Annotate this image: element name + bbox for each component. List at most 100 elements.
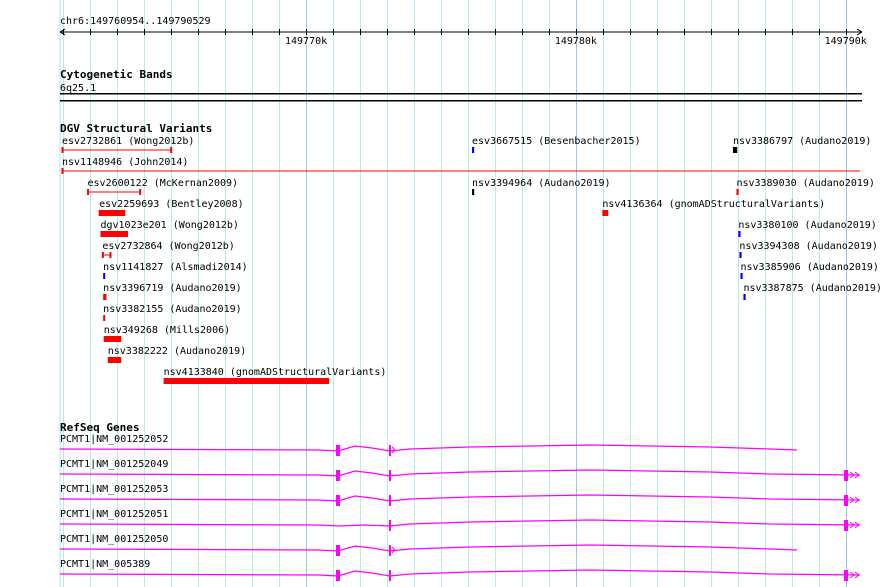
ruler-major-label: 149780k — [555, 36, 597, 47]
variant-feature[interactable]: nsv3387875 (Audano2019) — [743, 283, 882, 300]
variant-bar — [99, 210, 126, 216]
strand-arrow-icon — [391, 446, 396, 454]
variant-bar — [100, 231, 128, 237]
gene-transcript[interactable]: PCMT1|NM_001252052 — [59, 434, 798, 456]
intron-line — [59, 444, 798, 452]
refseq-track: RefSeq Genes PCMT1|NM_001252052 PCMT1|NM_… — [59, 421, 861, 581]
variant-bar — [602, 210, 609, 216]
exon — [336, 445, 340, 456]
variant-bar — [732, 147, 738, 153]
gene-label: PCMT1|NM_001252049 — [60, 459, 168, 470]
variant-label: nsv4136364 (gnomADStructuralVariants) — [602, 199, 825, 210]
genome-browser-view: chr6:149760954..149790529 149770k 149780k… — [59, 0, 882, 587]
exon — [336, 470, 340, 481]
exon — [389, 495, 391, 506]
ruler-major-label: 149770k — [285, 36, 327, 47]
intron-line — [59, 519, 861, 527]
exon — [844, 520, 848, 531]
track-title-cytobands: Cytogenetic Bands — [60, 68, 173, 81]
cytoband-bar[interactable] — [60, 93, 862, 95]
variant-bar — [736, 189, 739, 195]
variant-feature[interactable]: nsv4136364 (gnomADStructuralVariants) — [602, 199, 825, 216]
gene-label: PCMT1|NM_001252053 — [60, 484, 168, 495]
intron-line — [59, 469, 861, 477]
gene-transcript[interactable]: PCMT1|NM_005389 — [59, 559, 861, 581]
exon — [844, 570, 848, 581]
exon — [336, 570, 340, 581]
variant-label: nsv3394308 (Audano2019) — [739, 241, 877, 252]
variant-feature[interactable]: nsv349268 (Mills2006) — [103, 325, 230, 342]
variant-bar — [163, 378, 330, 384]
location-label: chr6:149760954..149790529 — [60, 16, 211, 27]
variant-label: nsv4133840 (gnomADStructuralVariants) — [164, 367, 387, 378]
exon — [389, 520, 391, 531]
variant-label: nsv3386797 (Audano2019) — [733, 136, 871, 147]
gene-label: PCMT1|NM_001252051 — [60, 509, 168, 520]
strand-arrow-icon — [391, 546, 396, 554]
variant-label: nsv3389030 (Audano2019) — [736, 178, 874, 189]
variant-bar — [107, 357, 122, 363]
gene-label: PCMT1|NM_001252050 — [60, 534, 168, 545]
variant-label: nsv3382155 (Audano2019) — [103, 304, 241, 315]
variant-feature[interactable]: nsv4133840 (gnomADStructuralVariants) — [163, 367, 387, 384]
variant-bar — [103, 294, 107, 300]
cytoband-track: Cytogenetic Bands 6q25.1 — [60, 68, 862, 102]
gene-transcript[interactable]: PCMT1|NM_001252051 — [59, 509, 861, 531]
variant-feature[interactable]: esv3667515 (Besenbacher2015) — [472, 136, 641, 153]
variant-bar — [472, 189, 475, 195]
variant-bar — [739, 252, 742, 258]
variant-feature[interactable]: nsv3394964 (Audano2019) — [472, 178, 611, 195]
variant-feature[interactable]: esv2600122 (McKernan2009) — [87, 178, 239, 195]
variant-bar — [472, 147, 475, 153]
cytoband-label: 6q25.1 — [60, 83, 96, 94]
variant-bar — [103, 336, 122, 342]
variant-label: nsv3387875 (Audano2019) — [743, 283, 881, 294]
variant-bar — [740, 273, 743, 279]
variant-bar — [738, 231, 741, 237]
variant-label: nsv3394964 (Audano2019) — [472, 178, 610, 189]
variant-label: esv3667515 (Besenbacher2015) — [472, 136, 641, 147]
exon — [844, 470, 848, 481]
variant-feature[interactable]: nsv3394308 (Audano2019) — [739, 241, 878, 258]
intron-line — [59, 494, 861, 502]
gene-transcript[interactable]: PCMT1|NM_001252050 — [59, 534, 798, 556]
gene-label: PCMT1|NM_001252052 — [60, 434, 168, 445]
variant-label: esv2732864 (Wong2012b) — [102, 241, 234, 252]
exon — [336, 545, 340, 556]
intron-line — [59, 544, 798, 552]
exon — [844, 495, 848, 506]
variant-feature[interactable]: nsv3385906 (Audano2019) — [740, 262, 879, 279]
track-title-refseq: RefSeq Genes — [60, 421, 139, 434]
variant-label: nsv1141827 (Alsmadi2014) — [103, 262, 248, 273]
exon — [389, 545, 391, 556]
gene-transcript[interactable]: PCMT1|NM_001252053 — [59, 484, 861, 506]
exon — [389, 570, 391, 581]
ruler-major-label: 149790k — [825, 36, 867, 47]
variant-feature[interactable]: nsv3389030 (Audano2019) — [736, 178, 875, 195]
variant-bar — [103, 315, 106, 321]
variant-feature[interactable]: nsv3382155 (Audano2019) — [103, 304, 242, 321]
variant-label: esv2600122 (McKernan2009) — [88, 178, 239, 189]
variant-label: nsv3382222 (Audano2019) — [108, 346, 246, 357]
variant-feature[interactable]: dgv1023e201 (Wong2012b) — [100, 220, 239, 237]
ruler[interactable]: chr6:149760954..149790529 149770k 149780k… — [59, 16, 867, 47]
variant-feature[interactable]: esv2732864 (Wong2012b) — [101, 241, 235, 258]
variant-label: nsv3380100 (Audano2019) — [738, 220, 876, 231]
dgv-track: DGV Structural Variants esv2732861 (Wong… — [60, 122, 882, 384]
variant-feature[interactable]: esv2732861 (Wong2012b) — [61, 136, 194, 153]
gene-transcript[interactable]: PCMT1|NM_001252049 — [59, 459, 861, 481]
variant-label: dgv1023e201 (Wong2012b) — [100, 220, 238, 231]
variant-feature[interactable]: nsv3396719 (Audano2019) — [103, 283, 242, 300]
track-title-dgv: DGV Structural Variants — [60, 122, 212, 135]
gene-label: PCMT1|NM_005389 — [60, 559, 150, 570]
variant-feature[interactable]: nsv1148946 (John2014) — [61, 157, 860, 174]
variant-feature[interactable]: nsv3380100 (Audano2019) — [738, 220, 877, 237]
exon — [389, 445, 391, 456]
variant-label: nsv349268 (Mills2006) — [104, 325, 230, 336]
variant-label: nsv3385906 (Audano2019) — [740, 262, 878, 273]
variant-label: esv2732861 (Wong2012b) — [62, 136, 194, 147]
track-divider — [60, 100, 862, 102]
exon — [336, 495, 340, 506]
variant-label: nsv1148946 (John2014) — [62, 157, 188, 168]
variant-feature[interactable]: nsv3386797 (Audano2019) — [732, 136, 871, 153]
